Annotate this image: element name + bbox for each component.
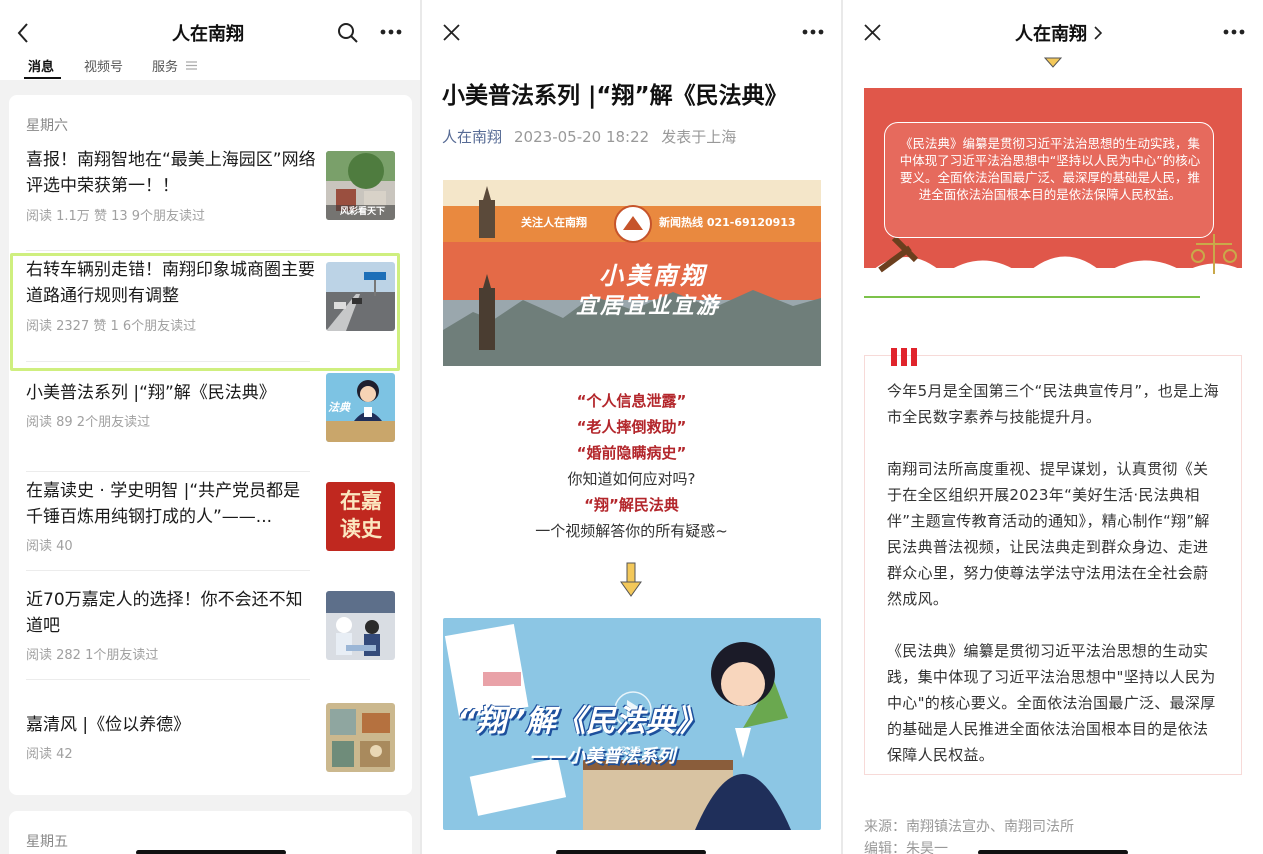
- tab-channels[interactable]: 视频号: [84, 56, 123, 75]
- home-indicator: [978, 850, 1128, 854]
- paragraph: 《民法典》编纂是贯彻习近平法治思想的生动实践，集中体现了习近平法治思想中"坚持以…: [887, 642, 1216, 764]
- close-icon[interactable]: [443, 24, 460, 41]
- tab-messages[interactable]: 消息: [28, 56, 54, 75]
- banner-headline: 小美南翔: [599, 262, 707, 290]
- intro-text-block: “个人信息泄露” “老人摔倒救助” “婚前隐瞒病史” 你知道如何应对吗? “翔”…: [422, 388, 841, 544]
- paragraph: 南翔司法所高度重视、提早谋划，认真贯彻《关于在全区组织开展2023年“美好生活·…: [887, 460, 1210, 608]
- menu-icon[interactable]: [186, 61, 197, 70]
- banner-hotline-text: 新闻热线 021-69120913: [659, 216, 796, 229]
- article-title[interactable]: 小美普法系列 |“翔”解《民法典》: [26, 380, 326, 406]
- highlight-frame: [10, 253, 400, 371]
- video-subtitle: ——小美普法系列: [531, 746, 675, 767]
- close-icon[interactable]: [864, 24, 881, 41]
- article-meta: 阅读 42: [26, 747, 73, 762]
- divider: [26, 570, 310, 571]
- publish-location: 发表于上海: [661, 128, 737, 146]
- home-indicator: [136, 850, 286, 854]
- article-thumbnail[interactable]: 在嘉读史: [326, 482, 395, 551]
- list-item[interactable]: 小美普法系列 |“翔”解《民法典》 阅读 89 2个朋友读过 法典: [9, 373, 412, 473]
- article-title[interactable]: 在嘉读史 · 学史明智 |“共产党员都是千锤百炼用纯钢打成的人”——...: [26, 478, 316, 530]
- article-thumbnail[interactable]: [326, 591, 395, 660]
- home-indicator: [556, 850, 706, 854]
- more-icon[interactable]: [1222, 28, 1246, 36]
- divider: [26, 679, 310, 680]
- intro-line: “个人信息泄露”: [576, 392, 687, 410]
- article-meta: 阅读 40: [26, 539, 73, 554]
- header-banner-image: 关注人在南翔 新闻热线 021-69120913 小美南翔 宜居宜业宜游: [443, 180, 821, 366]
- active-tab-indicator: [24, 77, 61, 79]
- article-title: 小美普法系列 |“翔”解《民法典》: [442, 83, 788, 109]
- intro-line: “婚前隐瞒病史”: [576, 444, 687, 462]
- quote-text: 《民法典》编纂是贯彻习近平法治思想的生动实践，集中体现了习近平法治思想中“坚持以…: [899, 136, 1201, 202]
- article-meta: 阅读 282 1个朋友读过: [26, 648, 159, 663]
- banner-subheadline: 宜居宜业宜游: [575, 294, 720, 319]
- list-item[interactable]: 喜报！南翔智地在“最美上海园区”网络评选中荣获第一！！ 阅读 1.1万 赞 13…: [9, 145, 412, 255]
- tab-bar: 消息 视频号 服务: [0, 52, 420, 80]
- thumbnail-caption: 风彩看天下: [340, 207, 386, 217]
- video-player[interactable]: “翔”解《民法典》 ——小美普法系列 2:15: [443, 618, 821, 830]
- editor-line: 编辑：朱昊一: [864, 841, 948, 854]
- account-title[interactable]: 人在南翔: [1015, 20, 1087, 46]
- quote-card: 《民法典》编纂是贯彻习近平法治思想的生动实践，集中体现了习近平法治思想中“坚持以…: [864, 88, 1242, 300]
- paragraph: 今年5月是全国第三个“民法典宣传月”，也是上海市全民数字素养与技能提升月。: [887, 382, 1219, 426]
- source-line: 来源：南翔镇法宣办、南翔司法所: [864, 819, 1074, 835]
- article-thumbnail[interactable]: 法典: [326, 373, 395, 442]
- more-icon[interactable]: [801, 28, 825, 36]
- article-meta: 阅读 89 2个朋友读过: [26, 415, 151, 430]
- thumbnail-caption: 在嘉读史: [340, 489, 382, 541]
- intro-line: 一个视频解答你的所有疑惑~: [535, 522, 728, 540]
- article-title[interactable]: 近70万嘉定人的选择！你不会还不知道吧: [26, 587, 316, 639]
- article-body: 今年5月是全国第三个“民法典宣传月”，也是上海市全民数字素养与技能提升月。 南翔…: [864, 348, 1242, 775]
- divider: [26, 471, 310, 472]
- divider: [26, 250, 310, 251]
- quote-box: 《民法典》编纂是贯彻习近平法治思想的生动实践，集中体现了习近平法治思想中“坚持以…: [884, 122, 1214, 238]
- account-link[interactable]: 人在南翔: [442, 128, 502, 146]
- back-arrow-icon[interactable]: [16, 22, 30, 44]
- intro-line: “老人摔倒救助”: [576, 418, 687, 436]
- article-title[interactable]: 喜报！南翔智地在“最美上海园区”网络评选中荣获第一！！: [26, 147, 316, 199]
- search-icon[interactable]: [337, 22, 359, 44]
- article-title[interactable]: 嘉清风 |《俭以养德》: [26, 712, 316, 738]
- banner-follow-text: 关注人在南翔: [521, 216, 587, 229]
- list-item[interactable]: 在嘉读史 · 学史明智 |“共产党员都是千锤百炼用纯钢打成的人”——... 阅读…: [9, 478, 412, 588]
- tab-services[interactable]: 服务: [152, 56, 178, 75]
- publish-time: 2023-05-20 18:22: [514, 128, 650, 146]
- video-time: 2:15: [621, 746, 642, 756]
- more-icon[interactable]: [379, 28, 403, 36]
- thumbnail-caption: 法典: [328, 401, 350, 414]
- article-meta: 人在南翔 2023-05-20 18:22 发表于上海: [442, 126, 736, 147]
- account-message-list: 人在南翔 消息 视频号 服务 星期六 喜报！南翔智地在“最美上海园区”网络评选中…: [0, 0, 420, 854]
- article-body-view: 人在南翔 《民法典》编纂是贯彻习近平法治思想的生动实践，集中体现了习近平法治思想…: [843, 0, 1263, 854]
- top-bar: 人在南翔 消息 视频号 服务: [0, 0, 420, 80]
- account-title: 人在南翔: [172, 24, 244, 45]
- day-card-saturday: 星期六 喜报！南翔智地在“最美上海园区”网络评选中荣获第一！！ 阅读 1.1万 …: [9, 95, 412, 795]
- article-thumbnail[interactable]: [326, 703, 395, 772]
- intro-line: “翔”解民法典: [584, 496, 679, 514]
- down-arrow-icon: [1043, 57, 1063, 68]
- day-label: 星期六: [26, 118, 68, 134]
- top-bar: 人在南翔: [843, 0, 1263, 60]
- article-thumbnail[interactable]: 风彩看天下: [326, 151, 395, 220]
- article-view: 小美普法系列 |“翔”解《民法典》 人在南翔 2023-05-20 18:22 发表…: [422, 0, 841, 854]
- chevron-right-icon[interactable]: [1094, 26, 1102, 40]
- day-card-friday: 星期五: [9, 811, 412, 854]
- down-arrow-icon: [620, 562, 642, 597]
- article-meta: 阅读 1.1万 赞 13 9个朋友读过: [26, 209, 206, 224]
- list-item[interactable]: 嘉清风 |《俭以养德》 阅读 42: [9, 698, 412, 788]
- section-marker: [891, 348, 921, 370]
- intro-line: 你知道如何应对吗?: [567, 470, 696, 488]
- video-title: “翔”解《民法典》: [457, 704, 706, 739]
- list-item[interactable]: 近70万嘉定人的选择！你不会还不知道吧 阅读 282 1个朋友读过: [9, 587, 412, 697]
- day-label: 星期五: [26, 834, 68, 850]
